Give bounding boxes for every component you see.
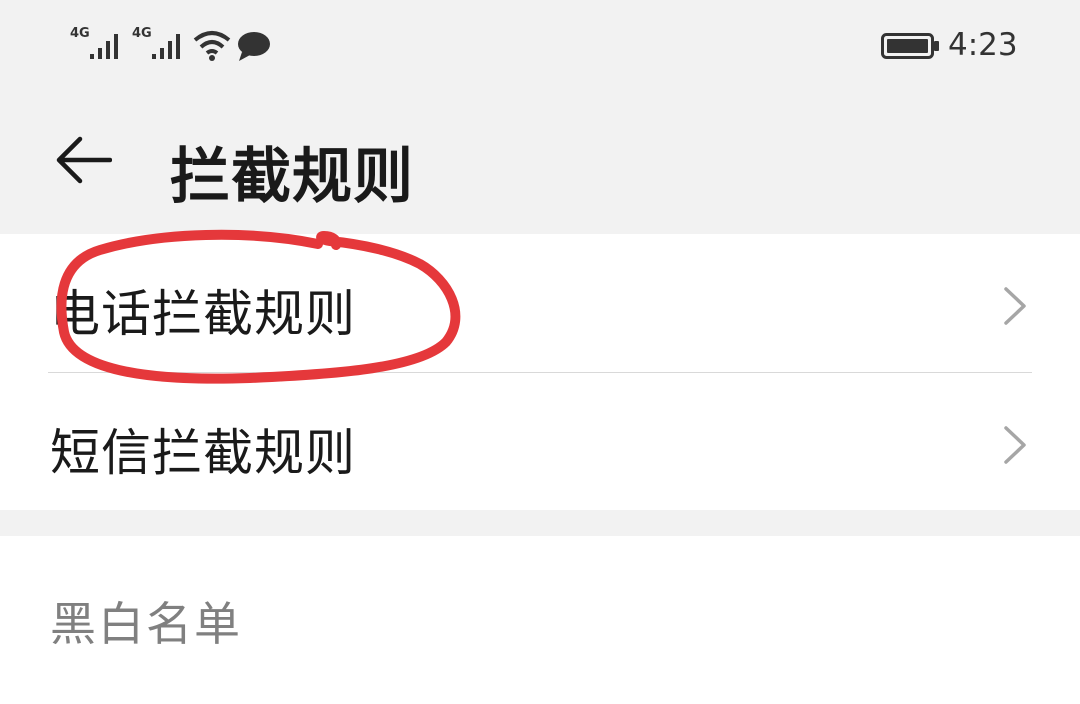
app-bar: 拦截规则 bbox=[0, 92, 1080, 234]
signal-icon bbox=[90, 34, 118, 59]
blacklist-whitelist-section: 黑白名单 bbox=[0, 536, 1080, 704]
section-gap bbox=[0, 510, 1080, 536]
call-block-rules-item[interactable]: 电话拦截规则 bbox=[0, 234, 1080, 372]
chevron-right-icon bbox=[1004, 287, 1026, 325]
sim1-network-type: 4G bbox=[70, 26, 90, 41]
status-bar: 4G 4G 4:23 bbox=[0, 0, 1080, 92]
battery-icon bbox=[881, 33, 939, 59]
status-time: 4:23 bbox=[948, 27, 1018, 63]
signal-icon bbox=[152, 34, 180, 59]
message-bubble-icon bbox=[238, 32, 270, 61]
sms-block-rules-item[interactable]: 短信拦截规则 bbox=[0, 373, 1080, 511]
arrow-left-icon[interactable] bbox=[54, 136, 112, 184]
sim2-network-type: 4G bbox=[132, 26, 152, 41]
rules-card: 电话拦截规则 短信拦截规则 bbox=[0, 234, 1080, 510]
page-title: 拦截规则 bbox=[170, 142, 414, 212]
chevron-right-icon bbox=[1004, 426, 1026, 464]
call-block-rules-label: 电话拦截规则 bbox=[50, 285, 356, 343]
sms-block-rules-label: 短信拦截规则 bbox=[50, 424, 356, 482]
wifi-icon bbox=[193, 31, 231, 61]
section-title: 黑白名单 bbox=[50, 597, 242, 651]
